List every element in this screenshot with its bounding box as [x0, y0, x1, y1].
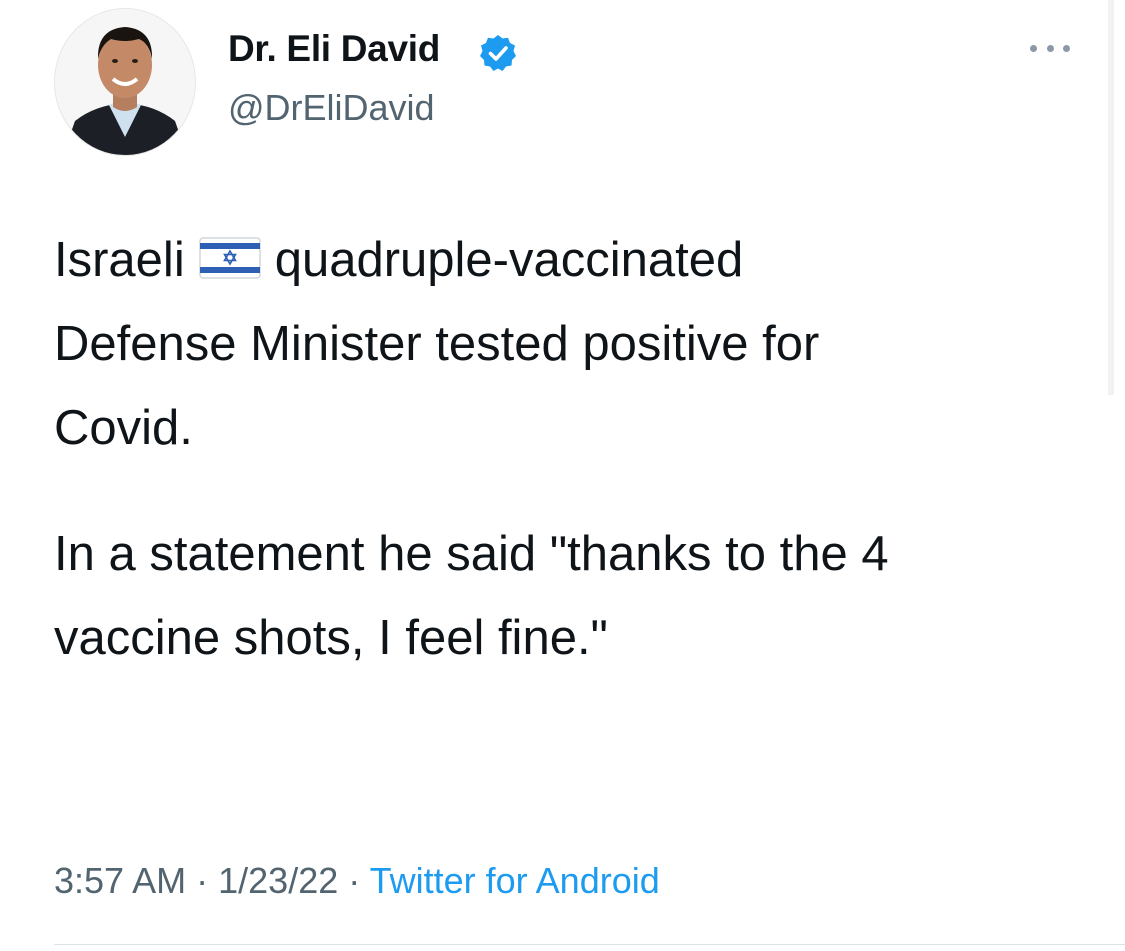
tweet-line: Covid.	[54, 401, 193, 455]
tweet-line: Israeli quadruple-vaccinated	[54, 218, 819, 302]
author-display-name[interactable]: Dr. Eli David	[228, 28, 440, 70]
tweet-time[interactable]: 3:57 AM	[54, 860, 186, 901]
tweet-text: quadruple-vaccinated	[274, 233, 744, 287]
tweet-source-link[interactable]: Twitter for Android	[370, 860, 660, 901]
avatar-image	[55, 9, 195, 155]
tweet: Dr. Eli David @DrEliDavid Israeli quadru…	[0, 0, 1125, 951]
dot	[1030, 44, 1037, 52]
tweet-paragraph-2: In a statement he said "thanks to the 4 …	[54, 512, 889, 680]
tweet-paragraph-1: Israeli quadruple-vaccinated Defense Min…	[54, 218, 819, 470]
tweet-line: In a statement he said "thanks to the 4	[54, 527, 889, 581]
tweet-meta: 3:57 AM · 1/23/22 · Twitter for Android	[54, 860, 660, 902]
dot	[1063, 44, 1070, 52]
tweet-text: Israeli	[54, 233, 185, 287]
meta-separator: ·	[348, 860, 361, 901]
scrollbar[interactable]	[1108, 0, 1114, 395]
tweet-line: Defense Minister tested positive for	[54, 317, 820, 371]
author-handle[interactable]: @DrEliDavid	[228, 87, 435, 129]
meta-separator: ·	[196, 860, 209, 901]
more-options-icon[interactable]	[1030, 38, 1070, 58]
tweet-date[interactable]: 1/23/22	[218, 860, 338, 901]
dot	[1046, 44, 1054, 52]
israel-flag-icon	[198, 237, 261, 279]
divider	[54, 944, 1125, 945]
tweet-line: vaccine shots, I feel fine."	[54, 611, 608, 665]
avatar[interactable]	[54, 8, 196, 156]
verified-badge-icon	[478, 33, 518, 73]
